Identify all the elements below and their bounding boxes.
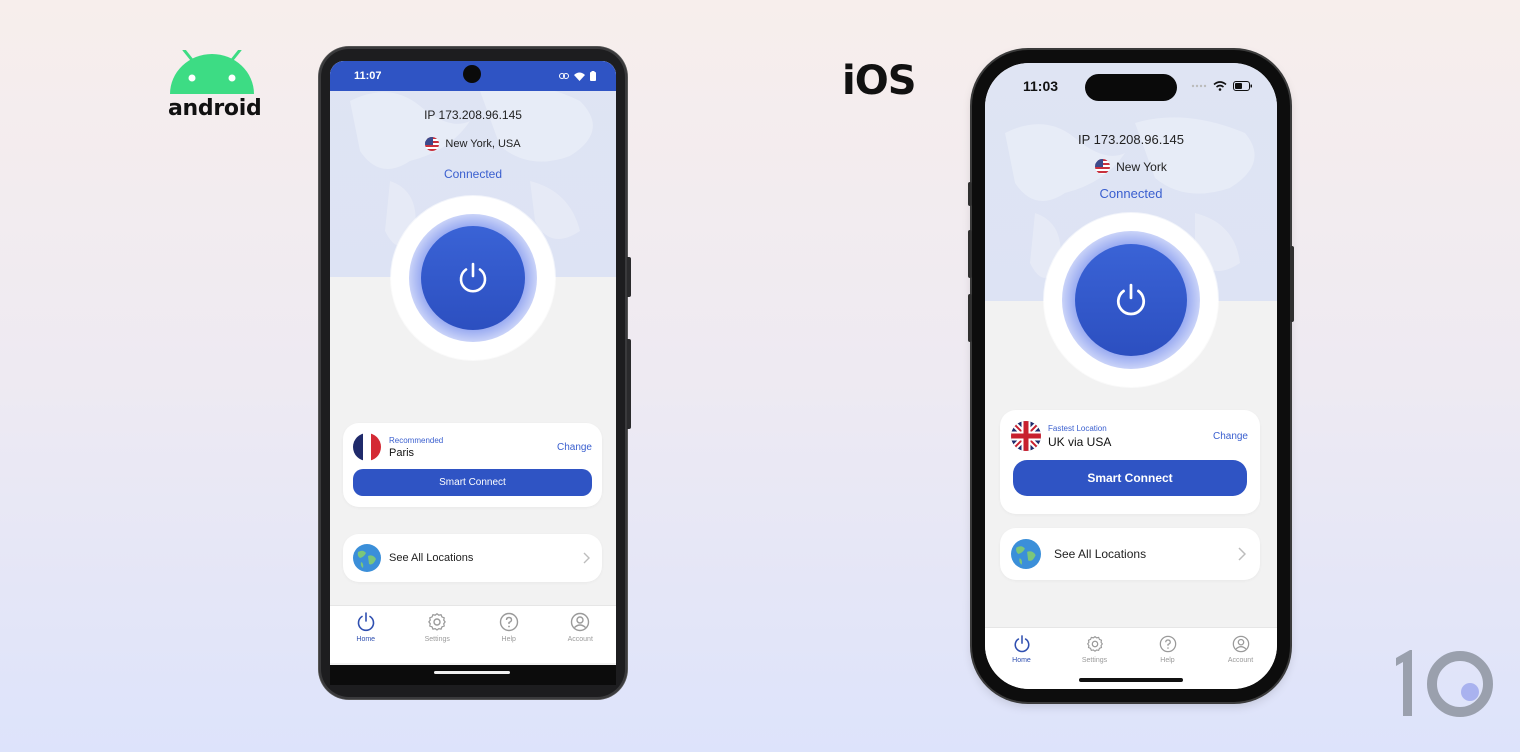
android-tab-bar: Home Settings Help Account bbox=[330, 605, 616, 663]
power-icon bbox=[357, 612, 375, 632]
fastest-location-name: UK via USA bbox=[1048, 434, 1112, 449]
current-location: New York bbox=[985, 159, 1277, 174]
ip-address: IP 173.208.96.145 bbox=[424, 108, 522, 122]
battery-icon bbox=[1233, 81, 1252, 91]
tab-settings-label: Settings bbox=[1081, 657, 1108, 664]
android-status-bar: 11:07 bbox=[330, 61, 616, 91]
android-nav-bar bbox=[330, 665, 616, 685]
home-indicator[interactable] bbox=[1079, 678, 1183, 682]
user-icon bbox=[1232, 635, 1249, 653]
chevron-right-icon bbox=[1238, 547, 1246, 561]
help-icon bbox=[1159, 635, 1176, 653]
home-gesture-bar[interactable] bbox=[434, 671, 510, 674]
wifi-icon bbox=[1213, 81, 1227, 91]
tab-account[interactable]: Account bbox=[545, 612, 617, 663]
current-location-name: New York bbox=[1116, 159, 1167, 174]
ios-action-button bbox=[968, 182, 972, 206]
us-flag-icon bbox=[1095, 159, 1111, 174]
android-power-side-button bbox=[627, 339, 631, 429]
tab-home-label: Home bbox=[356, 636, 376, 643]
see-all-locations-label: See All Locations bbox=[389, 552, 474, 564]
gear-icon bbox=[428, 613, 447, 631]
brand-logo-10 bbox=[1396, 650, 1493, 717]
see-all-locations-label: See All Locations bbox=[1054, 547, 1147, 561]
france-flag-icon bbox=[353, 433, 381, 461]
smart-connect-button[interactable]: Smart Connect bbox=[353, 469, 592, 496]
tab-settings[interactable]: Settings bbox=[402, 612, 474, 663]
status-time: 11:07 bbox=[354, 70, 382, 82]
tab-help-label: Help bbox=[1160, 657, 1175, 664]
status-time: 11:03 bbox=[1023, 78, 1059, 94]
ip-address: IP 173.208.96.145 bbox=[1077, 132, 1185, 147]
battery-icon bbox=[590, 71, 596, 81]
ios-side-button bbox=[1290, 246, 1294, 322]
tab-account[interactable]: Account bbox=[1204, 635, 1277, 689]
comparison-canvas: android iOS 11:07 IP 173.208.96.145 New … bbox=[0, 0, 1520, 752]
globe-icon bbox=[353, 544, 381, 572]
power-control bbox=[391, 196, 555, 360]
globe-icon bbox=[1011, 539, 1041, 569]
see-all-locations-card[interactable]: See All Locations bbox=[1000, 528, 1260, 580]
power-icon bbox=[1014, 635, 1029, 653]
help-icon bbox=[499, 612, 518, 632]
camera-punch-hole bbox=[463, 65, 481, 83]
user-icon bbox=[571, 612, 590, 632]
tab-home[interactable]: Home bbox=[985, 635, 1058, 689]
ios-volume-down-button bbox=[968, 294, 972, 342]
change-location-link[interactable]: Change bbox=[1213, 431, 1248, 442]
power-control bbox=[1044, 213, 1218, 387]
power-icon bbox=[1116, 283, 1146, 316]
fastest-location-label: Fastest Location bbox=[1048, 423, 1107, 433]
uk-flag-icon bbox=[1011, 421, 1041, 451]
us-flag-icon bbox=[425, 137, 440, 151]
ios-screen: 11:03 IP 173.208.96.145 New York Connect… bbox=[985, 63, 1277, 689]
android-wordmark: android bbox=[168, 96, 262, 121]
current-location-name: New York, USA bbox=[445, 138, 521, 150]
see-all-locations-card[interactable]: See All Locations bbox=[343, 534, 602, 582]
ios-phone: 11:03 IP 173.208.96.145 New York Connect… bbox=[968, 50, 1294, 702]
android-robot-icon bbox=[170, 50, 254, 94]
chevron-right-icon bbox=[583, 552, 590, 564]
tab-help[interactable]: Help bbox=[473, 612, 545, 663]
fastest-location-card: Fastest Location UK via USA Change Smart… bbox=[1000, 410, 1260, 514]
wifi-icon bbox=[574, 72, 585, 81]
tab-home[interactable]: Home bbox=[330, 612, 402, 663]
tab-help-label: Help bbox=[501, 636, 516, 643]
connection-status: Connected bbox=[1099, 186, 1163, 201]
tab-settings-label: Settings bbox=[424, 636, 450, 643]
power-icon bbox=[459, 262, 487, 293]
power-button[interactable] bbox=[1075, 244, 1187, 356]
ios-volume-up-button bbox=[968, 230, 972, 278]
recommended-label: Recommended bbox=[389, 435, 444, 445]
ios-status-bar: 11:03 bbox=[985, 63, 1277, 109]
recommended-location-card: Recommended Paris Change Smart Connect bbox=[343, 423, 602, 507]
current-location: New York, USA bbox=[330, 137, 616, 151]
android-screen: 11:07 IP 173.208.96.145 New York, USA Co… bbox=[330, 61, 616, 665]
power-button[interactable] bbox=[421, 226, 525, 330]
recommended-location-name: Paris bbox=[389, 446, 415, 459]
smart-connect-button[interactable]: Smart Connect bbox=[1013, 460, 1247, 496]
android-phone: 11:07 IP 173.208.96.145 New York, USA Co… bbox=[319, 47, 631, 699]
dynamic-island bbox=[1085, 74, 1177, 101]
tab-account-label: Account bbox=[1227, 657, 1254, 664]
tab-home-label: Home bbox=[1012, 657, 1031, 664]
gear-icon bbox=[1086, 635, 1103, 652]
android-logo: android bbox=[168, 44, 262, 124]
link-icon bbox=[559, 73, 569, 79]
change-location-link[interactable]: Change bbox=[557, 442, 592, 453]
ios-wordmark: iOS bbox=[842, 58, 917, 104]
android-volume-button bbox=[627, 257, 631, 297]
connection-status: Connected bbox=[443, 167, 503, 181]
tab-account-label: Account bbox=[567, 636, 593, 643]
signal-icon bbox=[1191, 84, 1207, 88]
